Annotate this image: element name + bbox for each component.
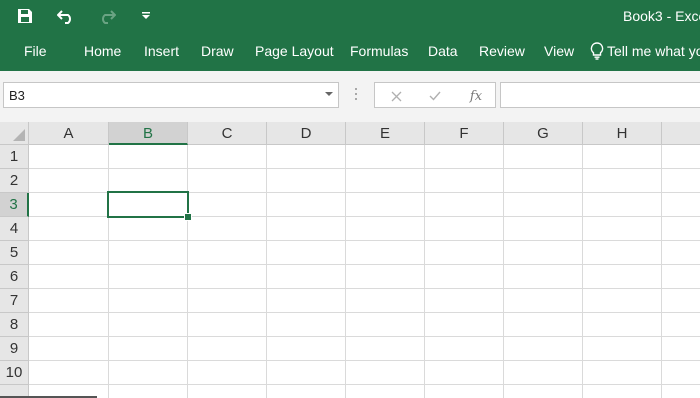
row-header-5[interactable]: 5 xyxy=(0,241,29,265)
customize-qat-icon xyxy=(142,12,150,19)
gridline xyxy=(29,264,700,265)
column-header-d[interactable]: D xyxy=(267,122,346,145)
redo-icon xyxy=(102,10,116,24)
formula-buttons: fx xyxy=(374,82,496,108)
column-header-b[interactable]: B xyxy=(109,122,188,145)
gridline xyxy=(29,360,700,361)
undo-button[interactable] xyxy=(53,3,79,29)
tell-me-search[interactable]: Tell me what yo xyxy=(590,42,700,60)
row-header-10[interactable]: 10 xyxy=(0,361,29,385)
name-box-value: B3 xyxy=(9,88,25,103)
column-header-e[interactable]: E xyxy=(346,122,425,145)
tab-home[interactable]: Home xyxy=(84,43,121,59)
active-cell-b3[interactable] xyxy=(107,191,189,218)
gridline xyxy=(29,288,700,289)
checkmark-icon xyxy=(429,91,441,101)
worksheet-grid[interactable]: A B C D E F G H 1 2 3 4 5 6 7 8 9 10 xyxy=(0,122,700,398)
document-title: Book3 - Exce xyxy=(623,8,700,24)
column-header-c[interactable]: C xyxy=(188,122,267,145)
tab-view[interactable]: View xyxy=(544,43,574,59)
formula-bar-area: B3 fx xyxy=(0,71,700,122)
row-header-1[interactable]: 1 xyxy=(0,145,29,169)
cancel-icon xyxy=(391,91,401,101)
save-button[interactable] xyxy=(12,3,38,29)
gridline xyxy=(29,312,700,313)
gridline xyxy=(29,240,700,241)
customize-qat-button[interactable] xyxy=(138,3,154,29)
row-header-3[interactable]: 3 xyxy=(0,193,29,217)
row-header-8[interactable]: 8 xyxy=(0,313,29,337)
gridline xyxy=(29,168,700,169)
title-bar: Book3 - Exce xyxy=(0,0,700,33)
formula-input[interactable] xyxy=(500,82,700,108)
row-header-2[interactable]: 2 xyxy=(0,169,29,193)
column-header-g[interactable]: G xyxy=(504,122,583,145)
column-header-f[interactable]: F xyxy=(425,122,504,145)
fx-icon: fx xyxy=(469,88,483,104)
row-header-4[interactable]: 4 xyxy=(0,217,29,241)
column-header-a[interactable]: A xyxy=(29,122,109,145)
insert-function-button[interactable]: fx xyxy=(466,86,486,106)
save-icon xyxy=(18,9,32,23)
column-header-i[interactable] xyxy=(662,122,700,145)
undo-icon xyxy=(57,10,71,24)
redo-button[interactable] xyxy=(94,3,120,29)
name-box[interactable]: B3 xyxy=(3,82,339,108)
row-header-6[interactable]: 6 xyxy=(0,265,29,289)
resize-grip-icon[interactable] xyxy=(355,88,357,103)
tab-page-layout[interactable]: Page Layout xyxy=(255,43,334,59)
gridline xyxy=(29,336,700,337)
lightbulb-icon xyxy=(590,42,604,60)
select-all-icon xyxy=(13,129,25,141)
tab-draw[interactable]: Draw xyxy=(201,43,234,59)
enter-button[interactable] xyxy=(425,86,445,106)
row-header-9[interactable]: 9 xyxy=(0,337,29,361)
tab-review[interactable]: Review xyxy=(479,43,525,59)
select-all-button[interactable] xyxy=(0,122,29,145)
tab-file[interactable]: File xyxy=(24,43,47,59)
gridline xyxy=(29,384,700,385)
fill-handle[interactable] xyxy=(184,213,192,221)
column-header-h[interactable]: H xyxy=(583,122,662,145)
tab-formulas[interactable]: Formulas xyxy=(350,43,408,59)
row-header-7[interactable]: 7 xyxy=(0,289,29,313)
ribbon-tab-bar: File Home Insert Draw Page Layout Formul… xyxy=(0,33,700,71)
name-box-dropdown-icon[interactable] xyxy=(325,92,333,96)
tab-data[interactable]: Data xyxy=(428,43,458,59)
cancel-entry-button[interactable] xyxy=(386,86,406,106)
tab-insert[interactable]: Insert xyxy=(144,43,179,59)
tell-me-label: Tell me what yo xyxy=(607,43,700,59)
